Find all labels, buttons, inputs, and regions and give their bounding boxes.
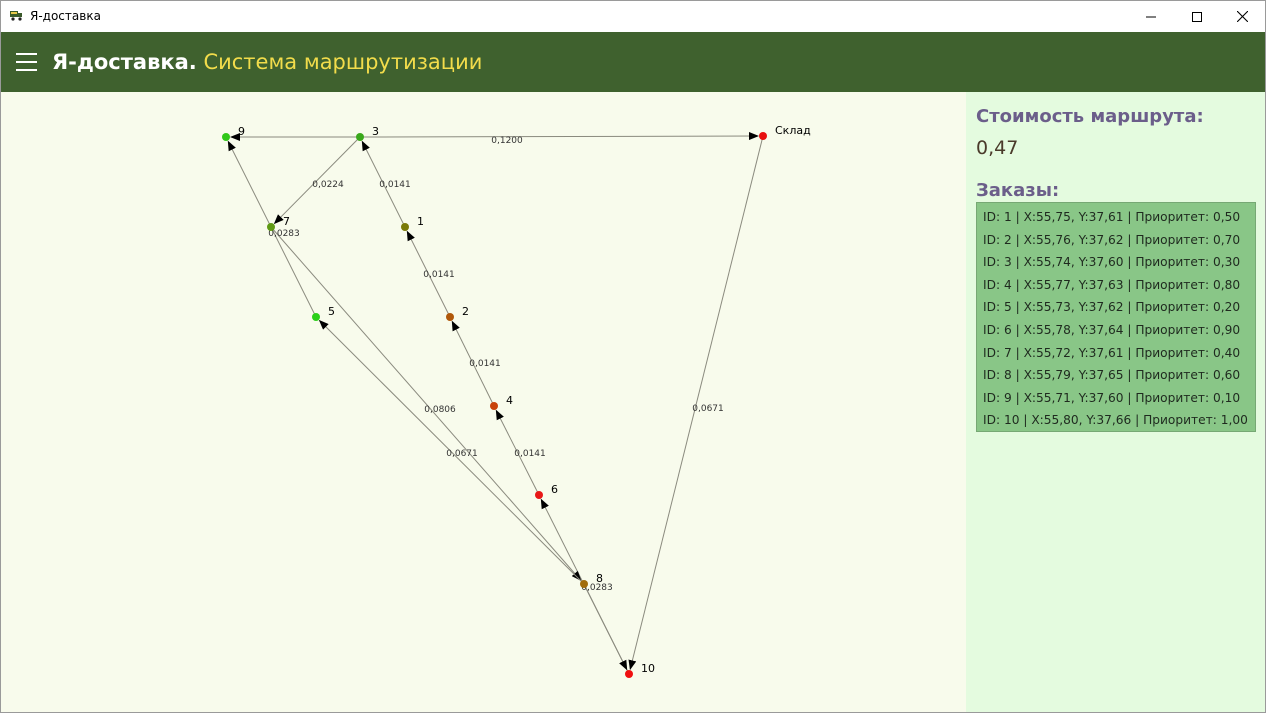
- route-graph: 0,1200 0,0224 0,0141 0,0141 0,0141 0,0141 0,08…: [222, 124, 811, 678]
- order-node-2[interactable]: [446, 313, 454, 321]
- orders-label: Заказы:: [976, 180, 1060, 201]
- close-button[interactable]: [1219, 1, 1265, 32]
- info-panel: Стоимость маршрута: 0,47 Заказы: ID: 1 |…: [966, 92, 1265, 712]
- node-label: 6: [551, 483, 558, 496]
- node-label: 3: [372, 125, 379, 138]
- app-title: Я-доставка. Система маршрутизации: [52, 50, 482, 74]
- order-node-3[interactable]: [356, 133, 364, 141]
- route-map[interactable]: 0,1200 0,0224 0,0141 0,0141 0,0141 0,0141 0,08…: [1, 92, 966, 712]
- route-edge-3-warehouse: [359, 132, 759, 141]
- node-label: 7: [283, 215, 290, 228]
- order-item[interactable]: ID: 8 | X:55,79, Y:37,65 | Приоритет: 0,…: [983, 364, 1255, 387]
- minimize-icon: [1146, 16, 1156, 17]
- title-bar: Я-доставка: [1, 1, 1265, 32]
- app-brand: Я-доставка.: [52, 50, 197, 74]
- truck-icon: [10, 11, 22, 21]
- orders-list[interactable]: ID: 1 | X:55,75, Y:37,61 | Приоритет: 0,…: [976, 202, 1256, 432]
- order-item[interactable]: ID: 1 | X:55,75, Y:37,61 | Приоритет: 0,…: [983, 206, 1255, 229]
- node-label: 10: [641, 662, 655, 675]
- edge-weight-label: 0,0671: [692, 404, 724, 414]
- maximize-button[interactable]: [1174, 1, 1220, 32]
- order-node-1[interactable]: [401, 223, 409, 231]
- node-label: 2: [462, 305, 469, 318]
- order-node-6[interactable]: [535, 491, 543, 499]
- order-node-7[interactable]: [267, 223, 275, 231]
- route-edge-warehouse-10: [628, 135, 764, 671]
- order-item[interactable]: ID: 9 | X:55,71, Y:37,60 | Приоритет: 0,…: [983, 387, 1255, 410]
- minimize-button[interactable]: [1128, 1, 1174, 32]
- edge-weight-label: 0,0224: [312, 180, 344, 190]
- route-edge-8-10: [583, 583, 628, 671]
- route-cost-label: Стоимость маршрута:: [976, 106, 1204, 127]
- edge-weight-label: 0,0806: [424, 405, 456, 415]
- node-label: 5: [328, 305, 335, 318]
- order-item[interactable]: ID: 7 | X:55,72, Y:37,61 | Приоритет: 0,…: [983, 342, 1255, 365]
- node-label: 1: [417, 215, 424, 228]
- edge-weight-label: 0,0141: [423, 270, 455, 280]
- app-window: Я-доставка Я-доставка. Система маршрутиз…: [0, 0, 1266, 713]
- node-label: 8: [596, 572, 603, 585]
- order-node-5[interactable]: [312, 313, 320, 321]
- menu-icon[interactable]: [16, 53, 37, 71]
- order-item[interactable]: ID: 2 | X:55,76, Y:37,62 | Приоритет: 0,…: [983, 229, 1255, 252]
- order-node-4[interactable]: [490, 402, 498, 410]
- node-label: Склад: [775, 124, 811, 137]
- order-item[interactable]: ID: 6 | X:55,78, Y:37,64 | Приоритет: 0,…: [983, 319, 1255, 342]
- node-label: 4: [506, 394, 513, 407]
- app-header: Я-доставка. Система маршрутизации: [1, 32, 1265, 92]
- edge-weight-label: 0,0671: [446, 449, 478, 459]
- order-node-8[interactable]: [580, 580, 588, 588]
- window-title: Я-доставка: [30, 9, 101, 23]
- edge-weight-label: 0,1200: [491, 136, 523, 146]
- order-item[interactable]: ID: 10 | X:55,80, Y:37,66 | Приоритет: 1…: [983, 409, 1255, 432]
- route-cost-value: 0,47: [976, 137, 1019, 159]
- close-icon: [1236, 11, 1248, 22]
- edge-weight-label: 0,0141: [514, 449, 546, 459]
- edge-weight-label: 0,0283: [268, 229, 300, 239]
- order-item[interactable]: ID: 5 | X:55,73, Y:37,62 | Приоритет: 0,…: [983, 296, 1255, 319]
- edge-weight-label: 0,0141: [379, 180, 411, 190]
- order-item[interactable]: ID: 3 | X:55,74, Y:37,60 | Приоритет: 0,…: [983, 251, 1255, 274]
- order-node-9[interactable]: [222, 133, 230, 141]
- edge-weight-label: 0,0141: [469, 359, 501, 369]
- node-label: 9: [238, 125, 245, 138]
- app-subtitle: Система маршрутизации: [203, 50, 483, 74]
- order-item[interactable]: ID: 4 | X:55,77, Y:37,63 | Приоритет: 0,…: [983, 274, 1255, 297]
- maximize-icon: [1192, 11, 1202, 22]
- warehouse-node[interactable]: [759, 132, 767, 140]
- order-node-10[interactable]: [625, 670, 633, 678]
